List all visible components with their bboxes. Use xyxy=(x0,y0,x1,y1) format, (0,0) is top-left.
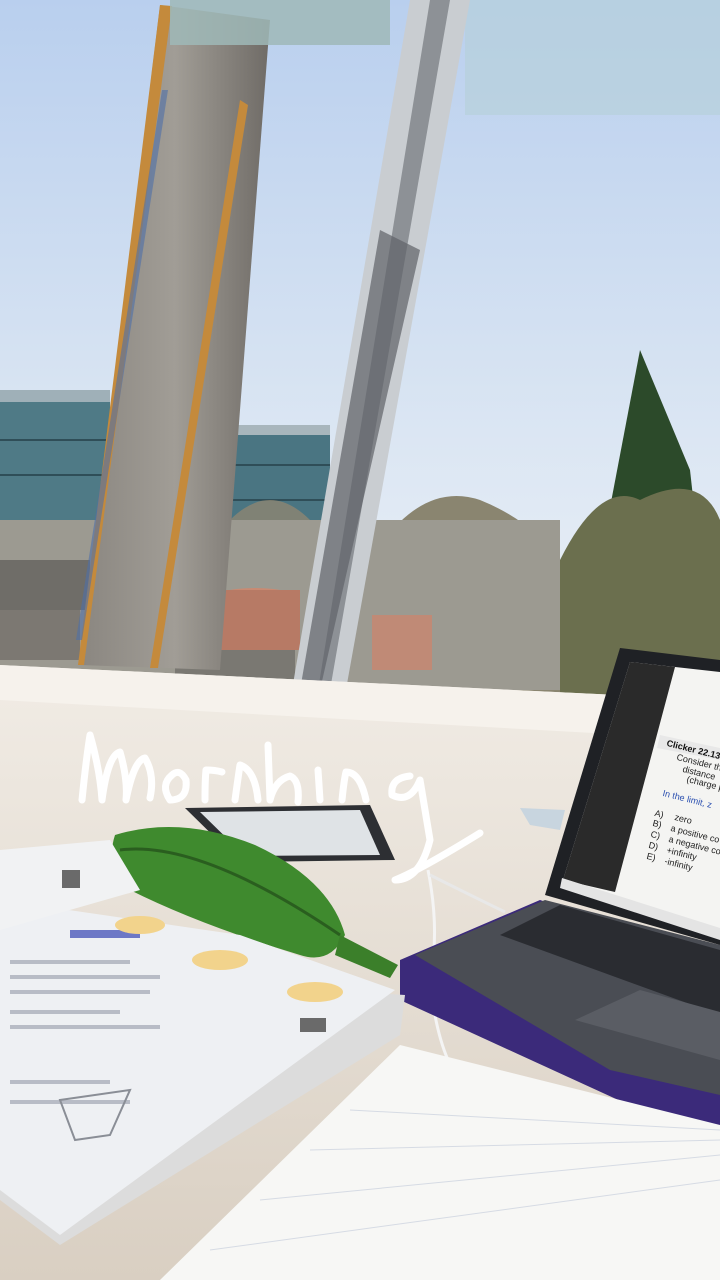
scene-illustration xyxy=(0,0,720,1280)
caption-text: morning xyxy=(70,700,510,890)
photo-scene: morning Clicker 22.13 Consider the dista… xyxy=(0,0,720,1280)
